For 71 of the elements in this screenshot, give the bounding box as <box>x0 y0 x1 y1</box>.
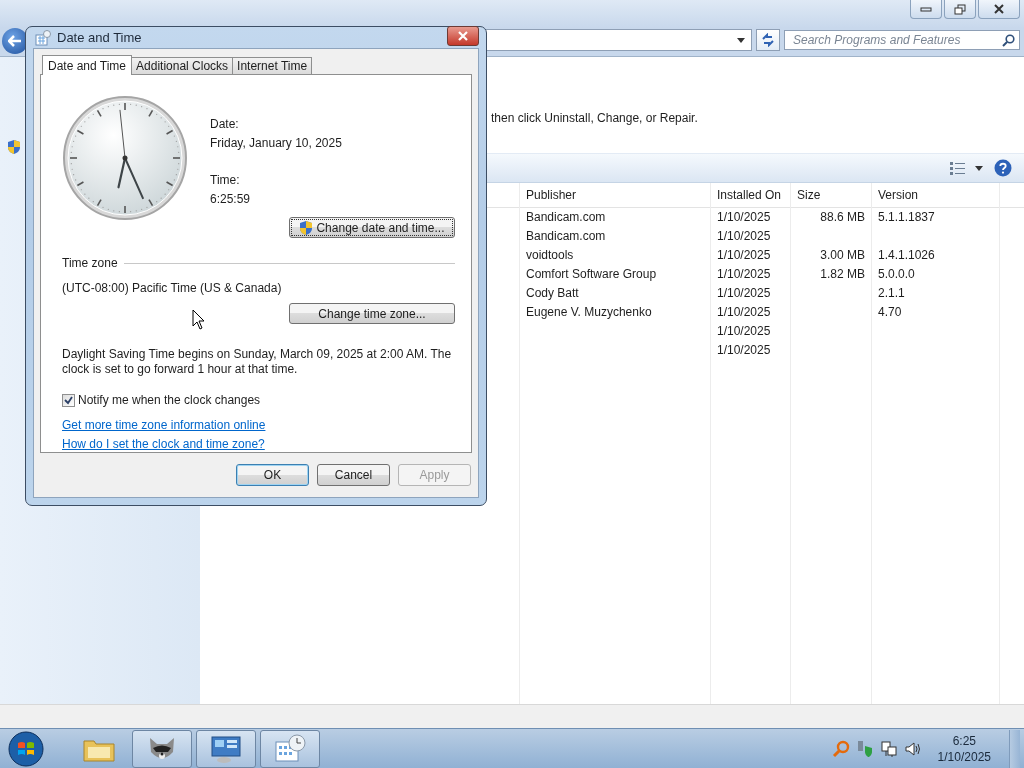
search-icon <box>1002 33 1015 47</box>
change-date-time-button[interactable]: Change date and time... <box>289 217 455 238</box>
checkmark-icon <box>64 395 73 405</box>
table-cell-text: 4.70 <box>877 304 903 321</box>
refresh-icon <box>760 33 776 47</box>
close-icon <box>993 4 1005 14</box>
tab[interactable]: Date and Time <box>42 55 133 75</box>
table-cell-text: Bandicam.com <box>525 209 607 226</box>
close-icon <box>457 30 469 41</box>
control-panel-icon[interactable] <box>196 730 256 768</box>
instruction-text: then click Uninstall, Change, or Repair. <box>491 111 698 125</box>
tab[interactable]: Additional Clocks <box>131 57 234 74</box>
table-cell-text: 5.0.0.0 <box>877 266 916 283</box>
tab[interactable]: Internet Time <box>232 57 313 74</box>
checkbox[interactable] <box>62 393 75 407</box>
change-timezone-button[interactable]: Change time zone... <box>289 303 455 324</box>
time-value: 6:25:59 <box>210 191 252 208</box>
dst-note: Daylight Saving Time begins on Sunday, March 09, 2025 at 2:00 AM. The clock is set to go forward 1 hour at that time. <box>62 347 452 377</box>
shield-check-icon[interactable] <box>855 740 874 758</box>
table-cell-text: 1/10/2025 <box>716 323 772 340</box>
table-cell-text: 1/10/2025 <box>716 285 772 302</box>
table-cell-text: 2.1.1 <box>877 285 906 302</box>
table-cell-text: Eugene V. Muzychenko <box>525 304 653 321</box>
window-title: Date and Time <box>57 30 142 45</box>
date-value: Friday, January 10, 2025 <box>210 135 342 152</box>
timezone-text: (UTC-08:00) Pacific Time (US & Canada) <box>62 281 283 295</box>
table-cell-text: 1.82 MB <box>819 266 866 283</box>
close-button[interactable] <box>447 25 479 46</box>
search-field[interactable]: Search Programs and Features <box>784 30 1020 50</box>
restore-button[interactable] <box>944 0 976 19</box>
cursor-icon <box>192 309 206 330</box>
table-cell-text: Bandicam.com <box>525 228 607 245</box>
table-cell-text: 3.00 MB <box>819 247 866 264</box>
checkbox-label[interactable]: Notify me when the clock changes <box>78 393 261 407</box>
table-cell-text: 1/10/2025 <box>716 304 772 321</box>
table-cell-text: Cody Batt <box>525 285 580 302</box>
minimize-icon <box>920 6 932 12</box>
calendar-clock-icon <box>35 29 51 46</box>
table-cell-text: 1.4.1.1026 <box>877 247 936 264</box>
back-button[interactable] <box>2 28 28 54</box>
help-icon[interactable] <box>994 159 1012 177</box>
help-link[interactable]: How do I set the clock and time zone? <box>62 436 265 452</box>
clock-date[interactable]: 1/10/2025 <box>937 749 991 765</box>
table-cell-text: 5.1.1.1837 <box>877 209 936 226</box>
table-cell-text: 1/10/2025 <box>716 228 772 245</box>
shield-icon <box>299 219 314 236</box>
section-heading: Time zone <box>62 256 118 270</box>
dialog-button[interactable]: OK <box>236 464 309 486</box>
table-cell-text: 88.6 MB <box>819 209 866 226</box>
time-label: Time: <box>210 172 241 189</box>
clock-time[interactable]: 6:25 <box>952 733 976 749</box>
table-cell-text: 1/10/2025 <box>716 342 772 359</box>
table-cell-text: 1/10/2025 <box>716 247 772 264</box>
table-cell-text: voidtools <box>525 247 575 264</box>
refresh-button[interactable] <box>756 29 780 51</box>
date-label: Date: <box>210 116 240 133</box>
table-cell-text: 1/10/2025 <box>716 209 772 226</box>
shield-icon <box>7 139 21 155</box>
back-arrow-icon <box>8 35 22 47</box>
table-cell-text: 1/10/2025 <box>716 266 772 283</box>
help-link[interactable]: Get more time zone information online <box>62 417 266 433</box>
speaker-icon[interactable] <box>903 740 922 758</box>
restore-icon <box>954 3 966 15</box>
dialog-button[interactable]: Cancel <box>317 464 390 486</box>
view-options-icon[interactable] <box>950 161 984 175</box>
close-button[interactable] <box>978 0 1020 19</box>
network-icon[interactable] <box>879 740 898 758</box>
raccoon-icon[interactable] <box>132 730 192 768</box>
calendar-clock-icon[interactable] <box>260 730 320 768</box>
minimize-button[interactable] <box>910 0 942 19</box>
table-cell-text: Comfort Software Group <box>525 266 658 283</box>
